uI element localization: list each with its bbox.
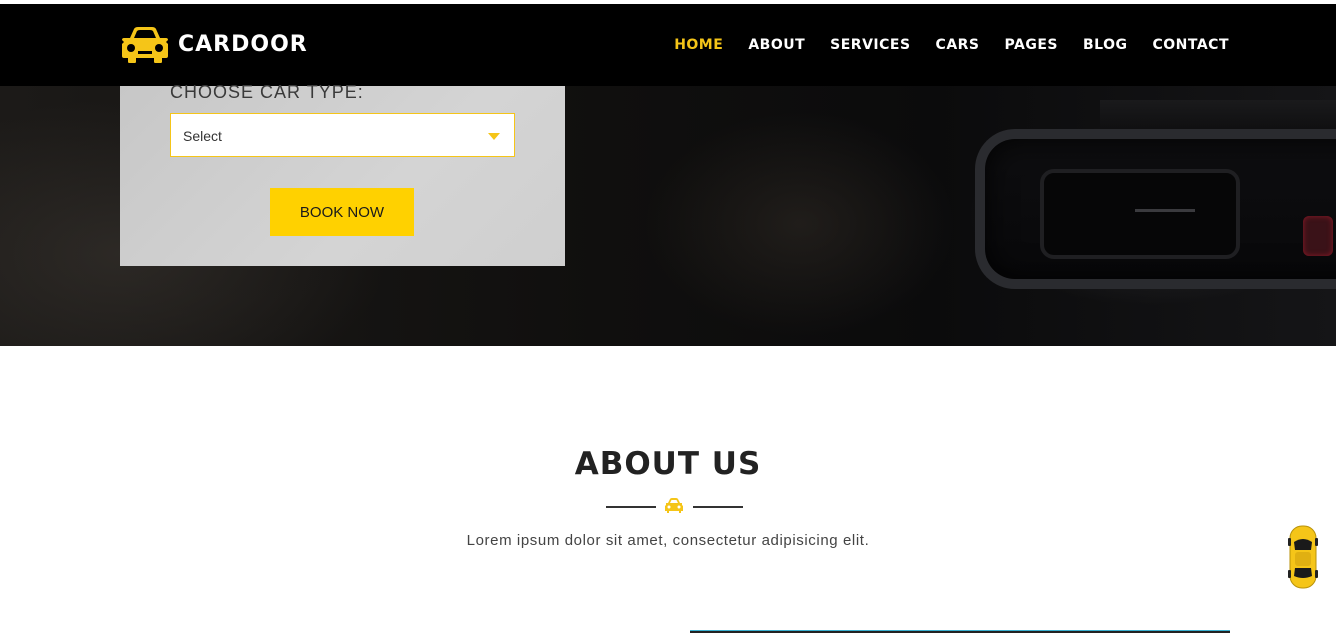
nav-contact[interactable]: CONTACT [1152, 37, 1229, 53]
divider-line-left [606, 506, 656, 508]
nav-cars[interactable]: CARS [936, 37, 980, 53]
nav-home[interactable]: HOME [674, 37, 723, 53]
car-type-label: CHOOSE CAR TYPE: [170, 82, 364, 98]
dashboard-button [1303, 216, 1333, 256]
car-topview-icon[interactable] [1287, 524, 1319, 590]
nav-services[interactable]: SERVICES [830, 37, 910, 53]
navbar: CARDOOR HOME ABOUT SERVICES CARS PAGES B… [0, 4, 1336, 86]
divider-line-right [693, 506, 743, 508]
nav-blog[interactable]: BLOG [1083, 37, 1128, 53]
car-type-select[interactable]: Select [170, 113, 515, 157]
car-front-icon [665, 498, 683, 513]
air-vent-slat [1135, 209, 1195, 212]
about-subtitle: Lorem ipsum dolor sit amet, consectetur … [466, 532, 870, 549]
logo[interactable]: CARDOOR [120, 24, 308, 64]
air-vent-inner [1040, 169, 1240, 259]
brand-name: CARDOOR [178, 31, 308, 57]
section-divider [606, 497, 743, 517]
nav-about[interactable]: ABOUT [748, 37, 805, 53]
nav-pages[interactable]: PAGES [1005, 37, 1058, 53]
chevron-down-icon [488, 133, 500, 140]
book-now-button[interactable]: BOOK NOW [270, 188, 414, 236]
car-front-icon [122, 27, 168, 63]
main-nav: HOME ABOUT SERVICES CARS PAGES BLOG CONT… [674, 37, 1229, 53]
car-type-select-value: Select [183, 128, 222, 144]
booking-panel: CHOOSE CAR TYPE: Select BOOK NOW [120, 82, 565, 266]
about-title: ABOUT US [574, 446, 762, 482]
